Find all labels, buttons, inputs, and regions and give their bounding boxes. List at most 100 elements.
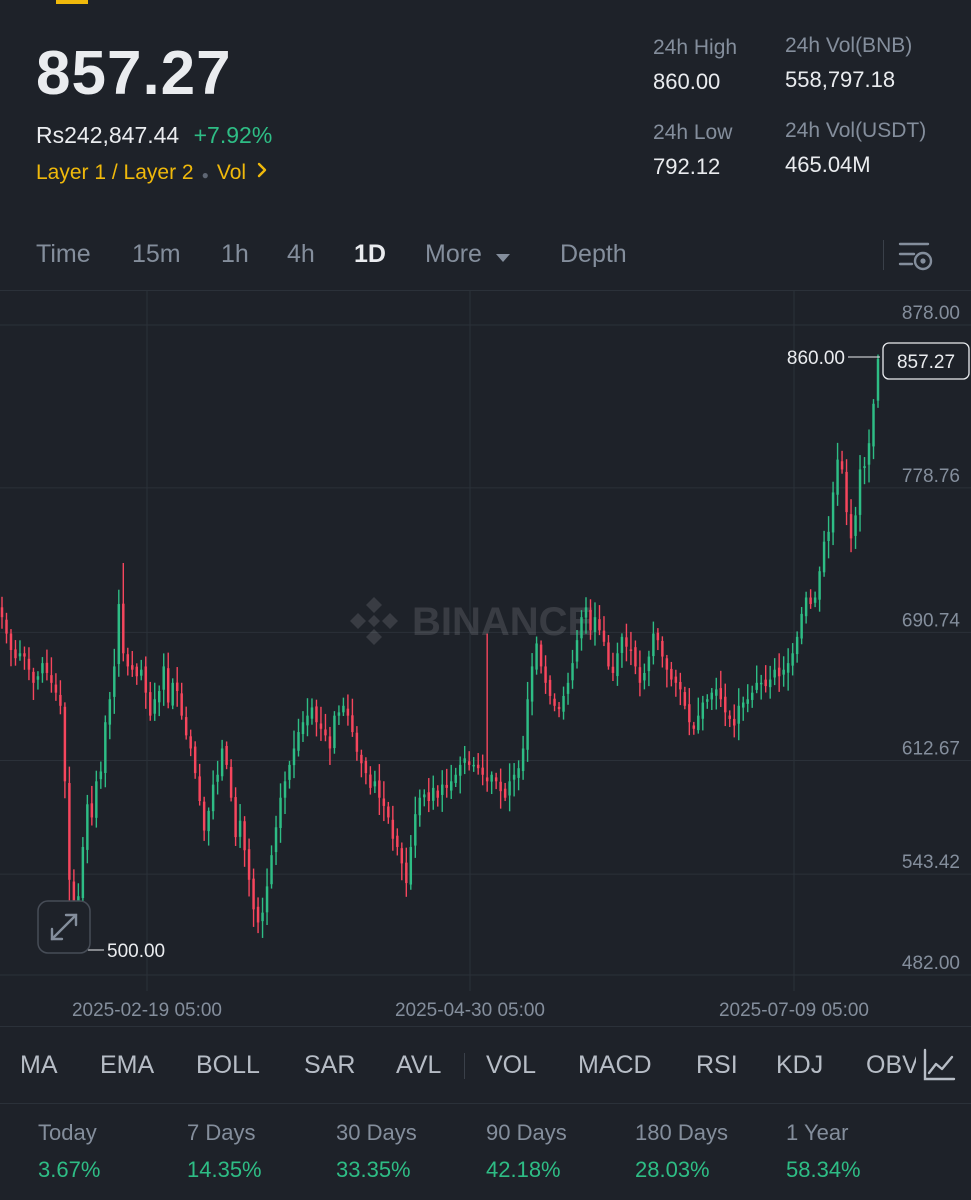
candle-down	[193, 741, 197, 779]
candle-body	[656, 632, 660, 641]
candle-down	[849, 499, 853, 553]
candle-body	[184, 717, 188, 736]
candle-up	[706, 694, 709, 709]
fiat-price: Rs242,847.44	[36, 122, 180, 148]
candle-body	[41, 663, 44, 674]
y-tick-label: 612.67	[902, 739, 960, 760]
candle-body	[283, 781, 287, 798]
candle-body	[297, 732, 300, 751]
candle-down	[256, 897, 260, 934]
candlestick-chart[interactable]: BINANCE 878.00 778.76 690.74 612.67 543.42 48…	[0, 291, 971, 1026]
candle-down	[548, 675, 552, 705]
candle-body	[476, 764, 480, 769]
indicator-sar[interactable]: SAR	[304, 1051, 355, 1080]
chart-settings-icon[interactable]	[898, 240, 934, 277]
candle-body	[90, 803, 94, 818]
indicator-avl[interactable]: AVL	[396, 1051, 441, 1080]
indicator-vol[interactable]: VOL	[486, 1051, 536, 1080]
candle-body	[786, 663, 790, 673]
tab-1h[interactable]: 1h	[221, 240, 249, 269]
candle-up	[616, 642, 619, 686]
candle-body	[238, 820, 242, 837]
candle-up	[512, 763, 516, 797]
perf-label-90d: 90 Days	[486, 1120, 567, 1145]
tab-time[interactable]: Time	[36, 240, 91, 269]
vol-usdt-value: 465.04M	[785, 152, 871, 177]
candle-body	[99, 771, 103, 780]
high-label: 24h High	[653, 36, 738, 59]
candle-up	[36, 671, 40, 690]
candle-body	[467, 761, 471, 765]
watermark-text: BINANCE	[412, 600, 594, 644]
indicator-ema[interactable]: EMA	[100, 1051, 154, 1080]
candle-up	[750, 685, 754, 708]
tab-15m[interactable]: 15m	[132, 240, 181, 269]
candle-body	[566, 682, 570, 694]
candle-body	[584, 607, 588, 618]
candle-down	[131, 651, 134, 677]
indicator-rsi[interactable]: RSI	[696, 1051, 738, 1080]
candle-body	[854, 515, 857, 536]
chevron-right-icon[interactable]	[256, 161, 268, 185]
indicator-settings-icon[interactable]	[918, 1045, 960, 1090]
candle-down	[692, 721, 696, 735]
candlestick-chart-panel[interactable]: BINANCE 878.00 778.76 690.74 612.67 543.42 48…	[0, 290, 971, 1026]
candle-down	[23, 646, 26, 670]
candle-body	[530, 666, 534, 702]
candle-up	[157, 685, 161, 717]
tab-depth[interactable]: Depth	[560, 240, 627, 269]
candle-body	[593, 617, 597, 633]
candle-up	[804, 591, 808, 624]
y-tick-label: 482.00	[902, 953, 960, 974]
candle-body	[292, 748, 296, 766]
candle-up	[620, 633, 624, 668]
tab-4h[interactable]: 4h	[287, 240, 315, 269]
candle-down	[355, 726, 359, 761]
candle-down	[229, 759, 233, 802]
candle-body	[382, 798, 386, 806]
candle-body	[333, 715, 336, 749]
candle-body	[490, 774, 493, 782]
candle-up	[786, 648, 790, 691]
indicator-macd[interactable]: MACD	[578, 1051, 652, 1080]
tab-more[interactable]: More	[425, 240, 511, 270]
tag-vol-link[interactable]: Vol	[217, 161, 246, 184]
candle-up	[418, 789, 422, 827]
candle-body	[804, 597, 808, 617]
expand-chart-button[interactable]	[37, 900, 91, 954]
candle-body	[86, 804, 89, 850]
candle-body	[589, 609, 592, 631]
candle-body	[611, 666, 615, 673]
max-marker-label: 860.00	[787, 348, 845, 369]
candle-up	[530, 653, 534, 716]
candle-up	[171, 678, 174, 710]
candle-up	[373, 770, 377, 794]
candle-body	[157, 691, 161, 703]
candle-body	[378, 780, 381, 798]
candle-body	[876, 359, 880, 401]
candle-up	[270, 845, 273, 889]
candle-up	[647, 650, 651, 687]
candle-body	[661, 640, 664, 657]
candle-down	[625, 623, 628, 662]
candle-up	[697, 697, 700, 734]
x-axis: 2025-02-19 05:00 2025-04-30 05:00 2025-07-…	[72, 1000, 869, 1021]
candle-body	[409, 846, 413, 885]
indicator-ma[interactable]: MA	[20, 1051, 58, 1080]
candle-body	[809, 597, 812, 605]
candle-body	[355, 732, 359, 752]
candle-down	[387, 801, 390, 824]
candle-down	[364, 757, 368, 785]
candle-down	[634, 640, 637, 675]
tab-1d[interactable]: 1D	[354, 240, 386, 269]
candle-body	[683, 692, 687, 706]
indicator-kdj[interactable]: KDJ	[776, 1051, 823, 1080]
candle-down	[598, 605, 601, 636]
candle-body	[670, 668, 673, 680]
tag-layer-link[interactable]: Layer 1 / Layer 2	[36, 161, 194, 184]
indicator-obv[interactable]: OBV	[866, 1051, 916, 1080]
candle-up	[238, 804, 242, 848]
candle-body	[32, 671, 35, 683]
current-price-tag: 857.27	[882, 342, 970, 380]
indicator-boll[interactable]: BOLL	[196, 1051, 260, 1080]
